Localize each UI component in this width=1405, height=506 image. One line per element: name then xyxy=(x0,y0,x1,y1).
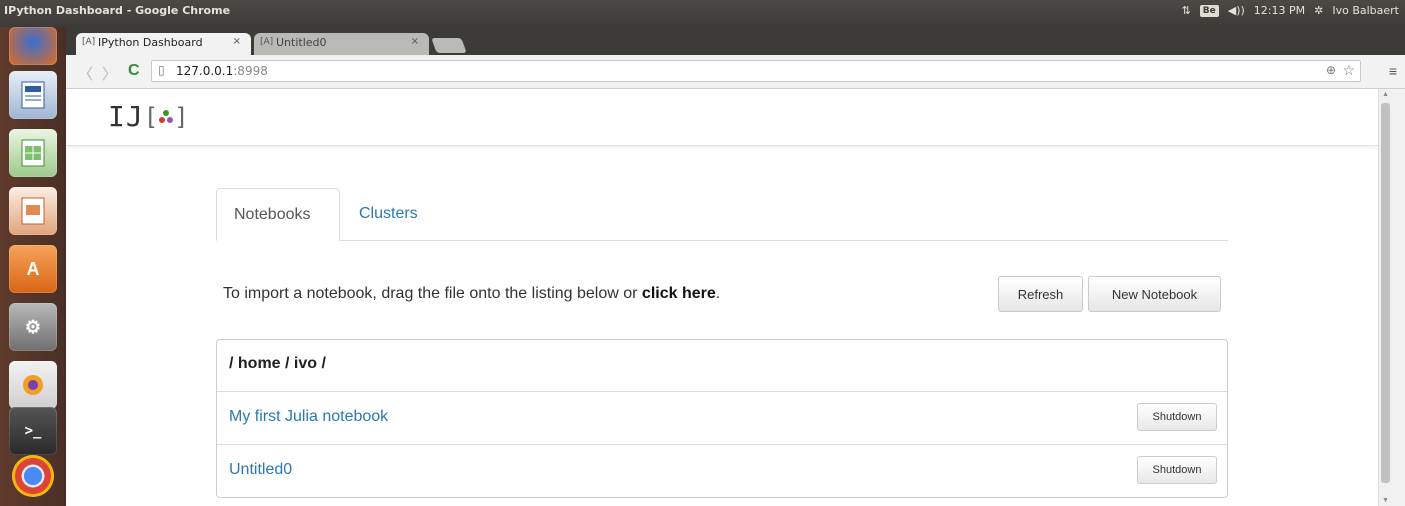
zoom-icon[interactable]: ⊕ xyxy=(1326,63,1336,77)
writer-icon[interactable] xyxy=(9,71,57,119)
julia-dots-icon xyxy=(159,109,174,124)
reload-icon[interactable]: C xyxy=(128,62,140,80)
list-item: Untitled0 Shutdown xyxy=(217,445,1227,498)
scroll-down-icon[interactable]: ▼ xyxy=(1382,497,1389,504)
tab-untitled0[interactable]: [A] Untitled0 × xyxy=(254,33,429,55)
clock[interactable]: 12:13 PM xyxy=(1254,4,1305,17)
chrome-menu-icon[interactable]: ≡ xyxy=(1389,63,1397,79)
notebook-link[interactable]: My first Julia notebook xyxy=(229,408,388,426)
keyboard-indicator[interactable]: Be xyxy=(1199,4,1219,17)
url-text[interactable]: 127.0.0.1:8998 xyxy=(176,64,268,78)
tab-label: IPython Dashboard xyxy=(98,36,203,49)
notebook-link[interactable]: Untitled0 xyxy=(229,461,292,479)
firefox-icon[interactable] xyxy=(9,27,57,65)
app-icon[interactable] xyxy=(9,361,57,409)
scroll-up-icon[interactable]: ▲ xyxy=(1382,91,1389,98)
shutdown-button[interactable]: Shutdown xyxy=(1137,403,1217,431)
user-name[interactable]: Ivo Balbaert xyxy=(1332,4,1399,17)
impress-icon[interactable] xyxy=(9,187,57,235)
page-icon: ▯ xyxy=(158,63,165,77)
forward-icon[interactable]: 〉 xyxy=(102,63,117,84)
click-here-link[interactable]: click here xyxy=(642,285,716,302)
new-notebook-button[interactable]: New Notebook xyxy=(1088,276,1221,312)
panel-indicators: ⇅ Be ◀)) 12:13 PM ✲ Ivo Balbaert xyxy=(1182,4,1399,17)
bookmark-star-icon[interactable]: ☆ xyxy=(1342,62,1355,79)
logo-bracket-left: [ xyxy=(143,102,159,131)
back-icon[interactable]: 〈 xyxy=(78,63,93,84)
tab-favicon-icon: [A] xyxy=(82,37,96,47)
address-bar[interactable]: ▯ 127.0.0.1:8998 ⊕ ☆ xyxy=(151,60,1361,82)
dashboard-tabs: Notebooks Clusters xyxy=(216,188,1228,241)
software-center-icon[interactable]: A xyxy=(9,245,57,293)
list-item: My first Julia notebook Shutdown xyxy=(217,392,1227,445)
close-icon[interactable]: × xyxy=(233,36,241,47)
tab-favicon-icon: [A] xyxy=(260,37,274,47)
notebook-listing: / home / ivo / My first Julia notebook S… xyxy=(216,339,1228,498)
new-tab-button[interactable] xyxy=(431,38,467,53)
volume-icon[interactable]: ◀)) xyxy=(1228,4,1245,17)
page-header: IJ [ ] xyxy=(66,89,1378,146)
settings-gear-icon[interactable]: ✲ xyxy=(1314,4,1323,17)
network-icon[interactable]: ⇅ xyxy=(1182,4,1191,17)
ijulia-logo[interactable]: IJ [ ] xyxy=(108,100,189,133)
logo-text: IJ xyxy=(108,100,144,133)
logo-bracket-right: ] xyxy=(174,102,189,131)
window-edge xyxy=(1392,89,1405,506)
tab-clusters[interactable]: Clusters xyxy=(359,205,418,223)
close-icon[interactable]: × xyxy=(411,36,419,47)
import-instructions: To import a notebook, drag the file onto… xyxy=(223,285,721,302)
scrollbar-thumb[interactable] xyxy=(1381,103,1390,483)
terminal-icon[interactable]: >_ xyxy=(9,407,57,455)
browser-tabstrip: [A] IPython Dashboard × [A] Untitled0 × xyxy=(66,27,1405,55)
window-title: IPython Dashboard - Google Chrome xyxy=(4,4,231,17)
shutdown-button[interactable]: Shutdown xyxy=(1137,456,1217,484)
listing-path: / home / ivo / xyxy=(217,340,1227,392)
tab-notebooks[interactable]: Notebooks xyxy=(216,188,340,241)
chrome-icon[interactable] xyxy=(12,455,54,497)
tab-label: Untitled0 xyxy=(276,36,327,49)
system-settings-icon[interactable]: ⚙ xyxy=(9,303,57,351)
launcher: A ⚙ >_ xyxy=(0,27,66,506)
calc-icon[interactable] xyxy=(9,129,57,177)
browser-toolbar: 〈 〉 C ▯ 127.0.0.1:8998 ⊕ ☆ ≡ xyxy=(66,55,1405,89)
tab-ipython-dashboard[interactable]: [A] IPython Dashboard × xyxy=(76,33,251,55)
vertical-scrollbar[interactable]: ▲ ▼ xyxy=(1378,89,1392,506)
page-viewport: IJ [ ] Notebooks Clusters To import a no… xyxy=(66,89,1378,506)
top-panel: IPython Dashboard - Google Chrome ⇅ Be ◀… xyxy=(0,0,1405,27)
refresh-button[interactable]: Refresh xyxy=(998,276,1083,312)
